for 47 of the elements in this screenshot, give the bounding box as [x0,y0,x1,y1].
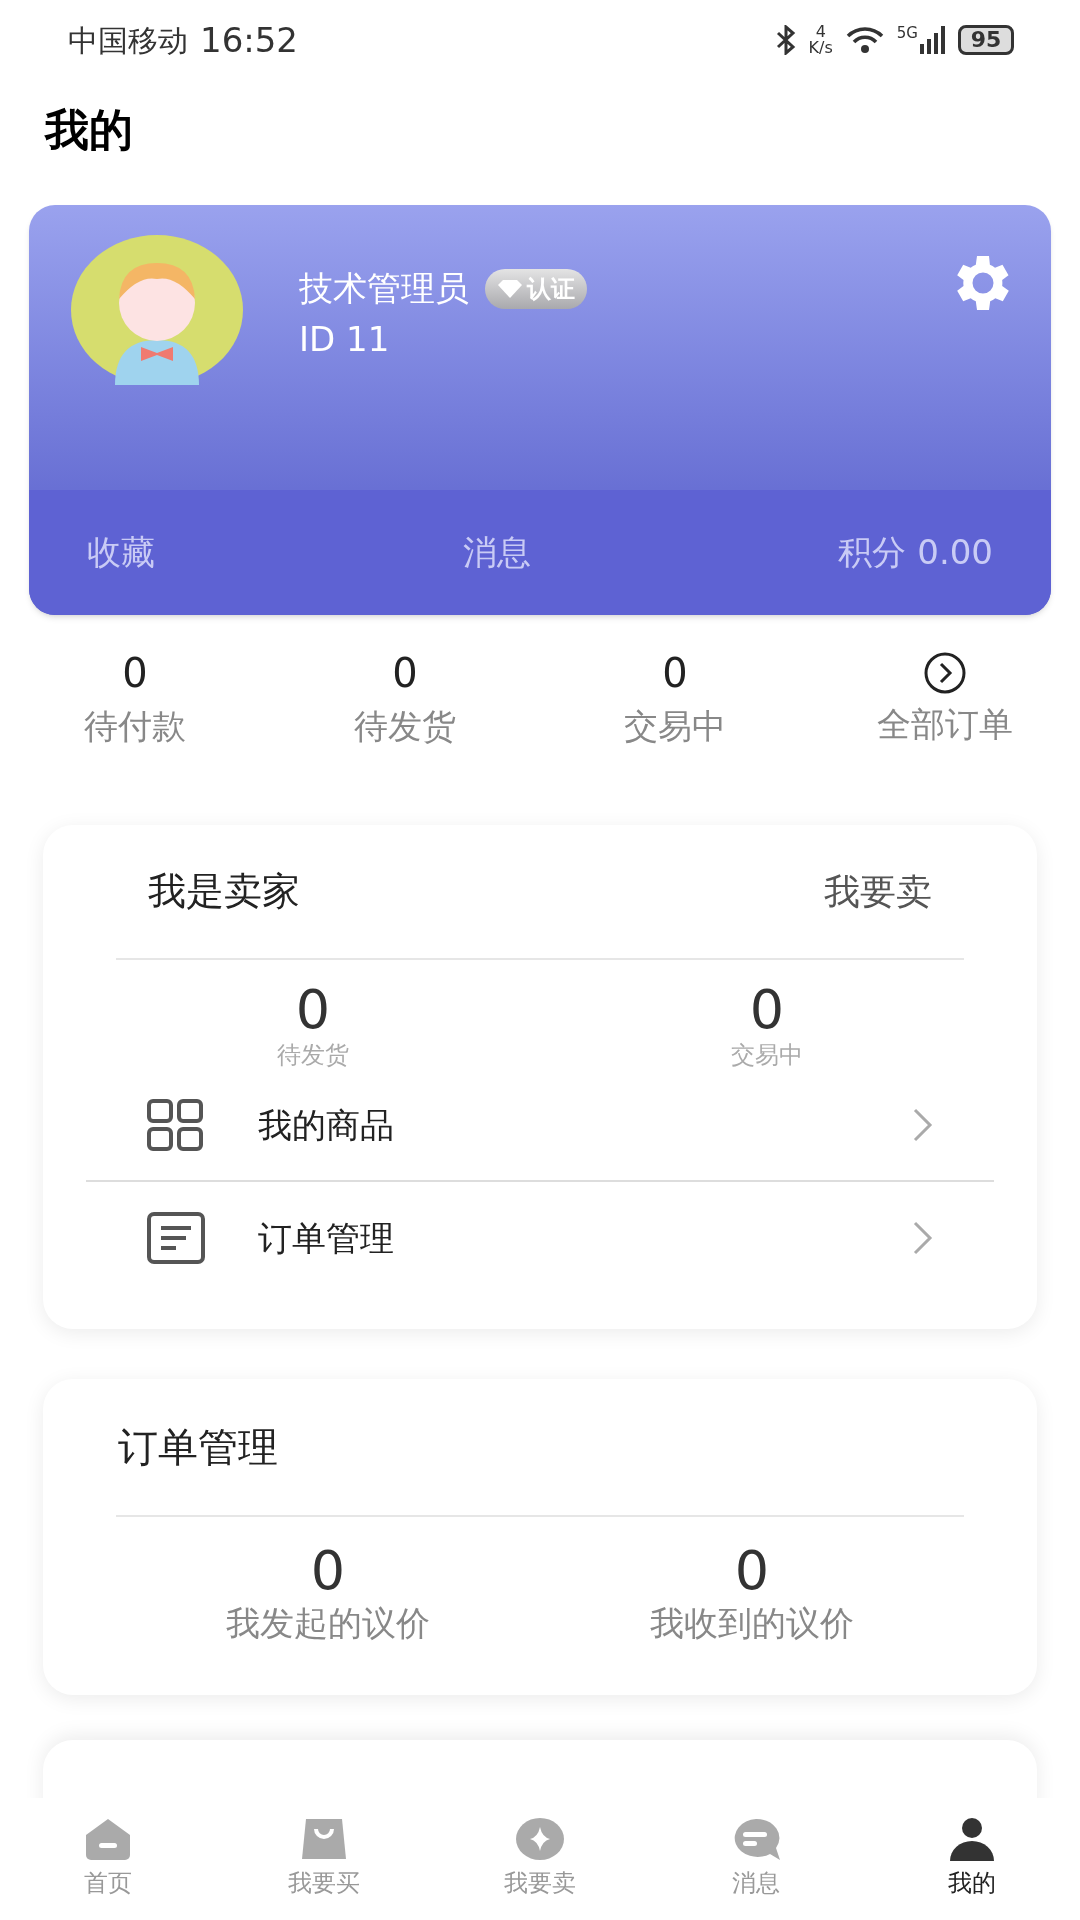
carrier-name: 中国移动 [68,21,188,60]
chevron-right-icon [912,1107,934,1143]
clock-time: 16:52 [200,18,298,62]
wifi-icon [844,25,885,55]
order-status-link[interactable]: 待付款 [84,700,186,752]
battery-indicator: 95 [958,25,1014,55]
count-label: 交易中 [731,1040,803,1070]
tab-item[interactable]: 首页 [0,1798,216,1920]
menu-row[interactable]: 我的商品 [86,1070,994,1182]
count-value: 0 [392,648,418,697]
grid-icon [146,1099,206,1151]
section-title: 订单管理 [118,1423,278,1472]
signal-icon [920,26,946,54]
page-title: 我的 [45,103,133,157]
document-icon [146,1212,206,1264]
order-status-link[interactable]: 待发货 [354,700,456,752]
bluetooth-icon [774,25,797,55]
diamond-icon [497,278,523,299]
user-name: 技术管理员 [299,267,469,310]
chevron-circle-icon[interactable] [923,650,967,695]
order-status-link[interactable]: 全部订单 [877,698,1013,750]
menu-row[interactable]: 订单管理 [86,1182,994,1294]
count-value: 0 [662,648,688,697]
network-type: 5G [896,26,918,41]
count-label: 待发货 [277,1040,349,1070]
user-id: ID 11 [299,318,391,361]
section-title: 我是卖家 [148,868,300,915]
tab-item[interactable]: 我的 [864,1798,1080,1920]
count-value: 0 [310,1541,346,1601]
speed-value: 4 [815,24,826,40]
verified-badge: 认证 [485,268,587,309]
profile-link[interactable]: 积分 0.00 [838,527,993,578]
tab-item[interactable]: 消息 [648,1798,864,1920]
count-label: 我收到的议价 [650,1602,854,1645]
sell-link[interactable]: 我要卖 [824,864,932,919]
order-status-link[interactable]: 交易中 [624,700,726,752]
count-value: 0 [295,980,331,1040]
count-value: 0 [749,980,785,1040]
speed-unit: K/s [808,40,833,56]
count-value: 0 [734,1541,770,1601]
chevron-right-icon [912,1220,934,1256]
count-value: 0 [122,648,148,697]
profile-link[interactable]: 消息 [462,527,531,578]
profile-link[interactable]: 收藏 [87,527,155,578]
tab-item[interactable]: 我要买 [216,1798,432,1920]
tab-item[interactable]: 我要卖 [432,1798,648,1920]
count-label: 我发起的议价 [226,1602,430,1645]
